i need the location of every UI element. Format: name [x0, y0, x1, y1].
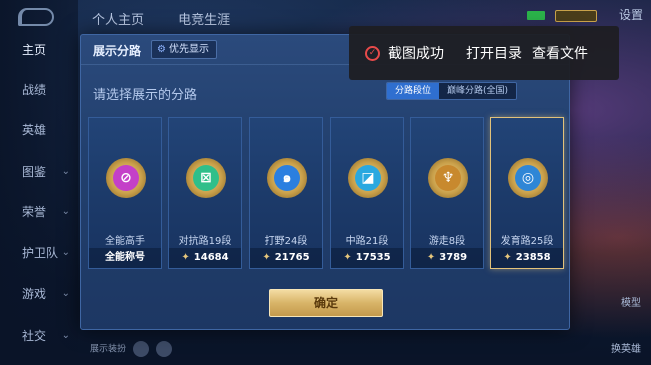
- logo-icon: [18, 8, 54, 26]
- score-icon: ✦: [503, 252, 512, 263]
- lane-card-score: ✦ 23858: [491, 248, 563, 268]
- lane-card-score: 全能称号: [89, 248, 161, 268]
- lane-emblem-icon: ◎: [508, 158, 548, 198]
- top-right-status: 设置: [527, 6, 643, 23]
- lane-card-score: ✦ 17535: [331, 248, 403, 268]
- chevron-down-icon: ⌄: [61, 288, 70, 299]
- lane-card[interactable]: ◎ 发育路25段 ✦ 23858: [490, 117, 564, 269]
- lane-card[interactable]: ♆ 游走8段 ✦ 3789: [410, 117, 484, 269]
- sidebar-item[interactable]: 英雄: [0, 119, 78, 141]
- lane-card-score-value: 全能称号: [105, 252, 145, 263]
- score-icon: ✦: [181, 252, 190, 263]
- switch-hero-label[interactable]: 换英雄: [611, 340, 641, 355]
- lane-card-score: ✦ 14684: [169, 248, 241, 268]
- lane-card-score-value: 17535: [355, 252, 391, 263]
- lane-card-score-value: 14684: [193, 252, 229, 263]
- sidebar-item-label: 图鉴: [22, 165, 47, 179]
- sidebar-item[interactable]: 荣誉 ⌄: [0, 201, 78, 223]
- lane-emblem-icon: ◪: [348, 158, 388, 198]
- sidebar-item[interactable]: 护卫队 ⌄: [0, 242, 78, 264]
- chevron-down-icon: ⌄: [61, 247, 70, 258]
- bottom-bar: 展示装扮: [90, 341, 172, 357]
- chevron-down-icon: ⌄: [61, 206, 70, 217]
- tab-esports[interactable]: 电竞生涯: [178, 13, 230, 28]
- lane-card[interactable]: ⊠ 对抗路19段 ✦ 14684: [168, 117, 242, 269]
- sidebar-item[interactable]: 社交 ⌄: [0, 325, 78, 347]
- lane-card-label: 游走8段: [428, 236, 466, 247]
- sidebar-item[interactable]: 游戏 ⌄: [0, 283, 78, 305]
- view-file-button[interactable]: 查看文件: [532, 43, 588, 63]
- sidebar-item-label: 荣誉: [22, 205, 47, 219]
- lane-emblem-icon: ♆: [428, 158, 468, 198]
- rank-type-toggle: 分路段位 巅峰分路(全国): [385, 82, 517, 100]
- sidebar-item-label: 战绩: [22, 83, 47, 97]
- lane-card-score-value: 21765: [274, 252, 310, 263]
- sidebar: 主页 战绩 英雄 图鉴 ⌄ 荣誉 ⌄ 护卫队 ⌄ 游戏 ⌄ 社交 ⌄: [0, 0, 78, 365]
- lane-emblem-glyph: ⊘: [113, 165, 139, 191]
- lane-card[interactable]: ⊘ 全能高手全能称号: [88, 117, 162, 269]
- decoration-slot-icon[interactable]: [155, 341, 172, 357]
- sidebar-item-label: 主页: [22, 43, 47, 57]
- toast-message: 截图成功: [388, 46, 444, 62]
- battery-icon: [527, 11, 546, 20]
- lane-card-label: 全能高手: [105, 236, 145, 247]
- sidebar-item[interactable]: 主页: [0, 39, 78, 61]
- lane-emblem-glyph: ♆: [435, 165, 461, 191]
- sidebar-item-label: 护卫队: [22, 246, 59, 260]
- priority-display-button[interactable]: ⚙ 优先显示: [151, 40, 217, 59]
- score-icon: ✦: [262, 252, 271, 263]
- tab-peak-lane[interactable]: 巅峰分路(全国): [438, 83, 516, 99]
- gear-icon: ⚙: [157, 44, 166, 55]
- lane-emblem-icon: ⊘: [106, 158, 146, 198]
- bottom-hint: 展示装扮: [90, 344, 127, 355]
- screenshot-toast: ✓ 截图成功 打开目录 查看文件: [349, 26, 619, 80]
- lane-emblem-icon: ⊠: [186, 158, 226, 198]
- check-circle-icon: ✓: [365, 45, 380, 61]
- sidebar-item[interactable]: 战绩: [0, 79, 78, 101]
- currency-badge: [555, 9, 598, 22]
- lane-card-label: 打野24段: [264, 236, 308, 247]
- sidebar-item-label: 游戏: [22, 287, 47, 301]
- top-tabs: 个人主页 电竞生涯: [92, 9, 260, 28]
- lane-card-label: 发育路25段: [500, 236, 554, 247]
- dialog-title: 展示分路: [93, 44, 142, 58]
- lane-emblem-glyph: ◪: [355, 165, 381, 191]
- lane-emblem-glyph: ◎: [515, 165, 541, 191]
- lane-card-score-value: 23858: [515, 252, 551, 263]
- lane-card-score-value: 3789: [439, 252, 468, 263]
- sidebar-item-label: 社交: [22, 329, 47, 343]
- settings-link[interactable]: 设置: [619, 8, 643, 22]
- lane-emblem-glyph: ⊠: [193, 165, 219, 191]
- score-icon: ✦: [426, 252, 436, 263]
- lane-card-label: 中路21段: [345, 236, 389, 247]
- model-label[interactable]: 模型: [621, 294, 641, 309]
- lane-card-score: ✦ 21765: [250, 248, 322, 268]
- chevron-down-icon: ⌄: [61, 330, 70, 341]
- confirm-button[interactable]: 确定: [269, 289, 383, 317]
- dialog-subtitle: 请选择展示的分路: [93, 88, 198, 103]
- tab-lane-rank[interactable]: 分路段位: [386, 83, 439, 99]
- tab-profile[interactable]: 个人主页: [92, 13, 144, 28]
- lane-card-label: 对抗路19段: [178, 236, 232, 247]
- open-directory-button[interactable]: 打开目录: [466, 43, 522, 63]
- score-icon: ✦: [343, 252, 352, 263]
- chevron-down-icon: ⌄: [61, 166, 70, 177]
- lane-card[interactable]: ◪ 中路21段 ✦ 17535: [330, 117, 404, 269]
- lane-emblem-glyph: ๑: [274, 165, 300, 191]
- lane-card-score: ✦ 3789: [411, 248, 483, 268]
- lane-emblem-icon: ๑: [267, 158, 307, 198]
- decoration-slot-icon[interactable]: [132, 341, 149, 357]
- priority-display-label: 优先显示: [168, 44, 209, 55]
- sidebar-item[interactable]: 图鉴 ⌄: [0, 161, 78, 183]
- sidebar-item-label: 英雄: [22, 123, 47, 137]
- lane-card[interactable]: ๑打野24段 ✦ 21765: [249, 117, 323, 269]
